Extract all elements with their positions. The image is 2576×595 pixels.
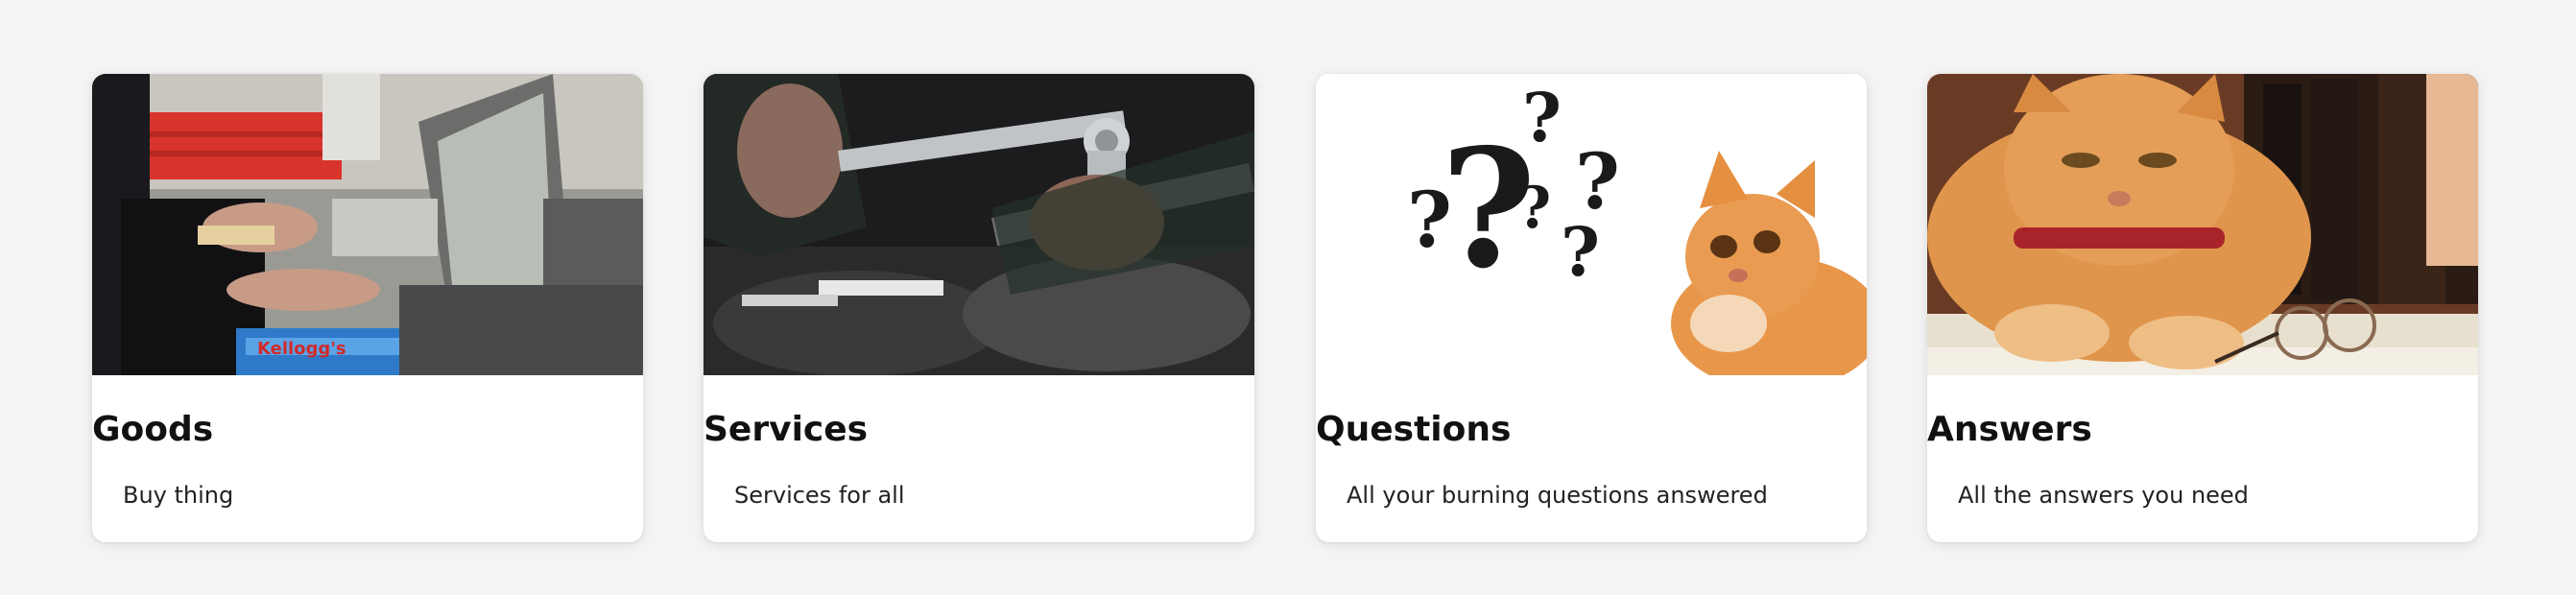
card-answers[interactable]: Answers All the answers you need [1927,74,2478,542]
checkout-counter-image: Kellogg's [92,74,643,375]
card-title: Questions [1316,410,1512,449]
svg-text:?: ? [1522,78,1562,157]
card-description: Buy thing [123,482,234,509]
svg-text:?: ? [1517,175,1551,242]
cat-question-marks-image: ? ? ? ? ? ? [1316,74,1867,375]
card-goods[interactable]: Kellogg's Goods Buy thing [92,74,643,542]
card-title: Services [704,410,869,449]
card-description: Services for all [734,482,905,509]
svg-text:Kellogg's: Kellogg's [257,339,346,359]
card-services[interactable]: Services Services for all [704,74,1254,542]
card-title: Answers [1927,410,2092,449]
svg-text:?: ? [1561,212,1600,292]
smug-cat-glasses-image [1927,74,2478,375]
card-grid: Kellogg's Goods Buy thing Services Servi… [0,0,2576,595]
card-description: All your burning questions answered [1347,482,1768,509]
card-questions[interactable]: ? ? ? ? ? ? Questions All your burning q… [1316,74,1867,542]
card-title: Goods [92,410,214,449]
card-description: All the answers you need [1958,482,2249,509]
mechanic-engine-image [704,74,1254,375]
svg-text:?: ? [1407,175,1452,265]
